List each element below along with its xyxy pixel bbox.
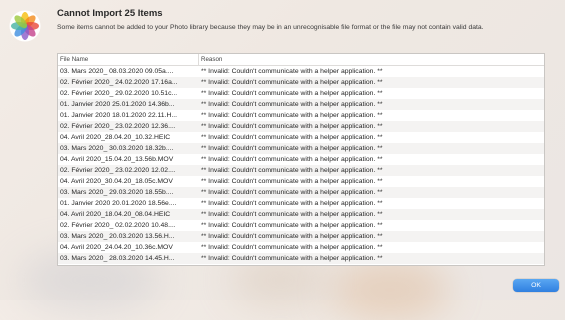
table-row[interactable]: 03. Mars 2020_ 29.03.2020 18.55b.... ** I… (58, 187, 544, 198)
dialog-message: Some items cannot be added to your Photo… (57, 24, 484, 31)
reason-cell: ** Invalid: Couldn't communicate with a … (201, 167, 383, 174)
file-name-cell: 01. Janvier 2020 25.01.2020 14.36b... (60, 101, 175, 108)
reason-cell: ** Invalid: Couldn't communicate with a … (201, 233, 383, 240)
file-name-cell: 01. Janvier 2020 18.01.2020 22.11.H... (60, 112, 178, 119)
table-row[interactable]: 04. Avril 2020_15.04.20_13.56b.MOV ** Inv… (58, 154, 544, 165)
table-row[interactable]: 01. Janvier 2020 18.01.2020 22.11.H... **… (58, 110, 544, 121)
file-name-cell: 04. Avril 2020_15.04.20_13.56b.MOV (60, 156, 174, 163)
reason-cell: ** Invalid: Couldn't communicate with a … (201, 145, 383, 152)
file-name-cell: 02. Février 2020_ 23.02.2020 12.02.... (60, 167, 176, 174)
file-name-cell: 03. Mars 2020_ 29.03.2020 18.55b.... (60, 189, 174, 196)
file-name-cell: 04. Avril 2020_28.04.20_10.32.HEIC (60, 134, 171, 141)
reason-cell: ** Invalid: Couldn't communicate with a … (201, 123, 383, 130)
file-name-cell: 03. Mars 2020_ 28.03.2020 14.45.H... (60, 255, 175, 262)
table-row[interactable]: 04. Avril 2020_24.04.20_10.36c.MOV ** Inv… (58, 242, 544, 253)
table-row[interactable]: 02. Février 2020_ 02.02.2020 10.48.... **… (58, 220, 544, 231)
table-row[interactable]: 01. Janvier 2020 20.01.2020 18.56e.... **… (58, 198, 544, 209)
table-header: File Name Reason (58, 54, 544, 66)
reason-cell: ** Invalid: Couldn't communicate with a … (201, 222, 383, 229)
file-name-cell: 04. Avril 2020_24.04.20_10.36c.MOV (60, 244, 173, 251)
table-row[interactable]: 04. Avril 2020_30.04.20_18.05c.MOV ** Inv… (58, 176, 544, 187)
dialog-title: Cannot Import 25 Items (57, 8, 163, 19)
file-name-cell: 02. Février 2020_ 02.02.2020 10.48.... (60, 222, 176, 229)
file-name-cell: 03. Mars 2020_ 30.03.2020 18.32b.... (60, 145, 174, 152)
reason-cell: ** Invalid: Couldn't communicate with a … (201, 200, 383, 207)
table-row[interactable]: 02. Février 2020_ 23.02.2020 12.36.... **… (58, 121, 544, 132)
table-row[interactable]: 02. Février 2020_ 23.02.2020 12.02.... **… (58, 165, 544, 176)
reason-cell: ** Invalid: Couldn't communicate with a … (201, 189, 383, 196)
reason-cell: ** Invalid: Couldn't communicate with a … (201, 112, 383, 119)
ok-button[interactable]: OK (513, 279, 559, 292)
photos-icon (9, 10, 41, 42)
file-name-cell: 01. Janvier 2020 20.01.2020 18.56e.... (60, 200, 177, 207)
table-row[interactable]: 03. Mars 2020_ 08.03.2020 09.05a.... ** I… (58, 66, 544, 77)
reason-cell: ** Invalid: Couldn't communicate with a … (201, 68, 383, 75)
table-body: 03. Mars 2020_ 08.03.2020 09.05a.... ** I… (58, 66, 544, 264)
table-row[interactable]: 02. Février 2020_ 29.02.2020 10.51c... **… (58, 88, 544, 99)
reason-cell: ** Invalid: Couldn't communicate with a … (201, 79, 383, 86)
column-header-reason[interactable]: Reason (199, 54, 222, 65)
file-name-cell: 03. Mars 2020_ 08.03.2020 09.05a.... (60, 68, 174, 75)
table-row[interactable]: 04. Avril 2020_18.04.20_08.04.HEIC ** Inv… (58, 209, 544, 220)
file-name-cell: 04. Avril 2020_18.04.20_08.04.HEIC (60, 211, 171, 218)
file-name-cell: 02. Février 2020_ 24.02.2020 17.16a... (60, 79, 178, 86)
file-name-cell: 03. Mars 2020_ 20.03.2020 13.56.H... (60, 233, 175, 240)
reason-cell: ** Invalid: Couldn't communicate with a … (201, 90, 383, 97)
reason-cell: ** Invalid: Couldn't communicate with a … (201, 255, 383, 262)
table-row[interactable]: 02. Février 2020_ 24.02.2020 17.16a... **… (58, 77, 544, 88)
table-row[interactable]: 03. Mars 2020_ 30.03.2020 18.32b.... ** I… (58, 143, 544, 154)
file-name-cell: 02. Février 2020_ 23.02.2020 12.36.... (60, 123, 176, 130)
reason-cell: ** Invalid: Couldn't communicate with a … (201, 244, 383, 251)
table-row[interactable]: 03. Mars 2020_ 20.03.2020 13.56.H... ** I… (58, 231, 544, 242)
column-header-file-name[interactable]: File Name (58, 54, 199, 65)
reason-cell: ** Invalid: Couldn't communicate with a … (201, 134, 383, 141)
reason-cell: ** Invalid: Couldn't communicate with a … (201, 156, 383, 163)
table-row[interactable]: 04. Avril 2020_28.04.20_10.32.HEIC ** Inv… (58, 132, 544, 143)
reason-cell: ** Invalid: Couldn't communicate with a … (201, 101, 383, 108)
file-name-cell: 02. Février 2020_ 29.02.2020 10.51c... (60, 90, 178, 97)
failed-items-table[interactable]: File Name Reason 03. Mars 2020_ 08.03.20… (57, 53, 545, 266)
reason-cell: ** Invalid: Couldn't communicate with a … (201, 211, 383, 218)
table-row[interactable]: 01. Janvier 2020 25.01.2020 14.36b... ** … (58, 99, 544, 110)
file-name-cell: 04. Avril 2020_30.04.20_18.05c.MOV (60, 178, 173, 185)
table-row[interactable]: 03. Mars 2020_ 28.03.2020 14.45.H... ** I… (58, 253, 544, 264)
import-error-dialog: Cannot Import 25 Items Some items cannot… (0, 0, 565, 300)
reason-cell: ** Invalid: Couldn't communicate with a … (201, 178, 383, 185)
